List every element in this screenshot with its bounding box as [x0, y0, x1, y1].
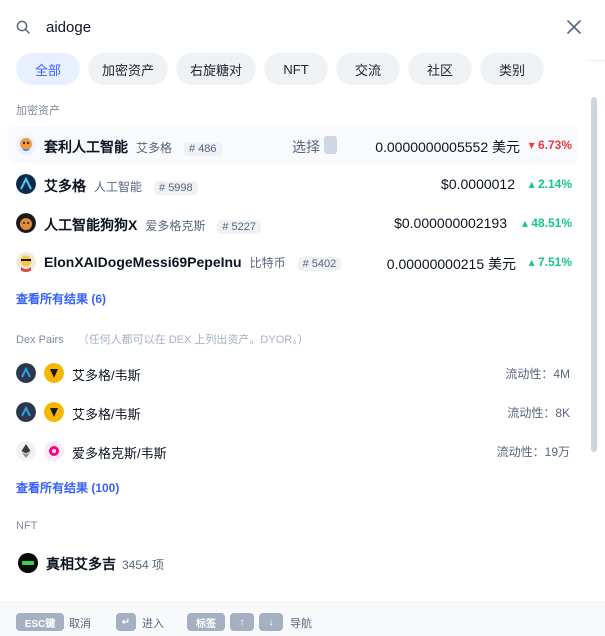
search-icon [16, 20, 30, 34]
dex-logo-icon [44, 363, 64, 383]
coin-name: ElonXAIDogeMessi69PepeInu 比特币 # 5402 [44, 254, 342, 271]
dex-pair-row[interactable]: 爱多格克斯/韦斯 流动性：19万 [8, 433, 578, 469]
dex-pair-row[interactable]: 艾多格/韦斯 流动性：4M [8, 355, 578, 391]
navigate-hint-label: 导航 [290, 618, 312, 630]
tab-nft[interactable]: NFT [264, 53, 328, 85]
tab-exchanges[interactable]: 交流 [336, 53, 400, 85]
coin-price: 0.0000000005552 美元 [375, 139, 520, 155]
rank-badge: # 5402 [297, 257, 342, 271]
enter-key-icon [324, 136, 337, 154]
dex-pair-row[interactable]: 艾多格/韦斯 流动性：8K [8, 394, 578, 430]
coin-logo-icon [16, 213, 36, 233]
price-change: ▾ 6.73% [528, 138, 572, 152]
crypto-row[interactable]: ElonXAIDogeMessi69PepeInu 比特币 # 5402 0.000… [8, 243, 578, 281]
chain-logo-icon [16, 402, 36, 422]
coin-logo-icon [16, 135, 36, 155]
crypto-row[interactable]: 艾多格 人工智能 # 5998 $0.0000012 ▴ 2.14% [8, 165, 578, 203]
divider [589, 60, 605, 92]
coin-name: 套利人工智能 艾多格 # 486 [44, 137, 222, 157]
coin-logo-icon [16, 174, 36, 194]
enter-hint-label: 进入 [142, 618, 164, 630]
tab-community[interactable]: 社区 [408, 53, 472, 85]
nft-item-count: 3454 项 [122, 558, 165, 572]
section-title-nft: NFT [16, 520, 38, 532]
tab-categories[interactable]: 类别 [480, 53, 544, 85]
price-change: ▴ 7.51% [528, 255, 572, 269]
coin-symbol: 比特币 [249, 256, 286, 270]
section-title-dex: Dex Pairs （任何人都可以在 DEX 上列出资产。DYOR。） [16, 334, 309, 346]
price-change: ▴ 2.14% [528, 177, 572, 191]
coin-logo-icon [16, 252, 36, 272]
crypto-row[interactable]: 人工智能狗狗X 爱多格克斯 # 5227 $0.000000002193 ▴ 48.… [8, 204, 578, 242]
coin-symbol: 爱多格克斯 [145, 219, 206, 233]
see-all-crypto-link[interactable]: 查看所有结果 (6) [16, 290, 106, 307]
dex-pair-name: 艾多格/韦斯 [72, 368, 141, 383]
search-input[interactable] [46, 16, 526, 38]
coin-name: 艾多格 人工智能 # 5998 [44, 176, 198, 196]
liquidity-value: 流动性：19万 [496, 445, 570, 459]
coin-symbol: 人工智能 [94, 180, 143, 194]
scrollbar-thumb[interactable] [591, 97, 597, 452]
dex-pair-name: 爱多格克斯/韦斯 [72, 446, 167, 461]
dex-pair-name: 艾多格/韦斯 [72, 407, 141, 422]
price-change: ▴ 48.51% [521, 216, 572, 230]
nft-row[interactable]: 真相艾多吉 3454 项 [8, 545, 578, 581]
search-bar [0, 0, 605, 52]
rank-badge: # 5227 [217, 220, 262, 234]
tab-key: 标签 [187, 613, 225, 631]
dex-logo-icon [44, 402, 64, 422]
esc-key: ESC键 [16, 613, 64, 631]
tab-crypto[interactable]: 加密资产 [88, 53, 168, 85]
section-title-crypto: 加密资产 [16, 105, 60, 117]
rank-badge: # 5998 [154, 181, 198, 195]
coin-price: 0.00000000215 美元 [386, 256, 516, 272]
nft-logo-icon [18, 553, 38, 573]
caret-up-icon: ▴ [528, 255, 538, 269]
nft-name: 真相艾多吉 3454 项 [46, 556, 165, 572]
see-all-dex-link[interactable]: 查看所有结果 (100) [16, 479, 119, 496]
coin-symbol: 艾多格 [136, 141, 173, 155]
liquidity-value: 流动性：8K [507, 406, 570, 420]
arrow-up-icon: ↑ [230, 613, 254, 631]
dex-disclaimer: （任何人都可以在 DEX 上列出资产。DYOR。） [77, 334, 309, 346]
caret-up-icon: ▴ [528, 177, 538, 191]
keyboard-hints-footer: ESC键 取消 ↵ 进入 标签 ↑ ↓ 导航 [0, 602, 605, 636]
tab-dex-pairs[interactable]: 右旋糖对 [176, 53, 256, 85]
esc-hint-label: 取消 [69, 618, 91, 630]
coin-price: $0.000000002193 [394, 215, 507, 231]
tab-all[interactable]: 全部 [16, 53, 80, 85]
arrow-down-icon: ↓ [259, 613, 283, 631]
rank-badge: # 486 [184, 142, 222, 156]
chain-logo-icon [16, 363, 36, 383]
ethereum-icon [16, 441, 36, 461]
caret-up-icon: ▴ [521, 216, 532, 230]
close-icon[interactable] [566, 19, 582, 35]
crypto-row[interactable]: 套利人工智能 艾多格 # 486 选择 0.0000000005552 美元 ▾ 6… [8, 126, 578, 164]
liquidity-value: 流动性：4M [505, 367, 570, 381]
filter-tabs: 全部 加密资产 右旋糖对 NFT 交流 社区 类别 [16, 53, 544, 85]
dex-logo-icon [44, 441, 64, 461]
coin-name: 人工智能狗狗X 爱多格克斯 # 5227 [44, 215, 262, 235]
select-label: 选择 [292, 139, 320, 155]
coin-price: $0.0000012 [441, 176, 515, 192]
enter-key-icon: ↵ [116, 613, 136, 631]
caret-down-icon: ▾ [528, 138, 538, 152]
